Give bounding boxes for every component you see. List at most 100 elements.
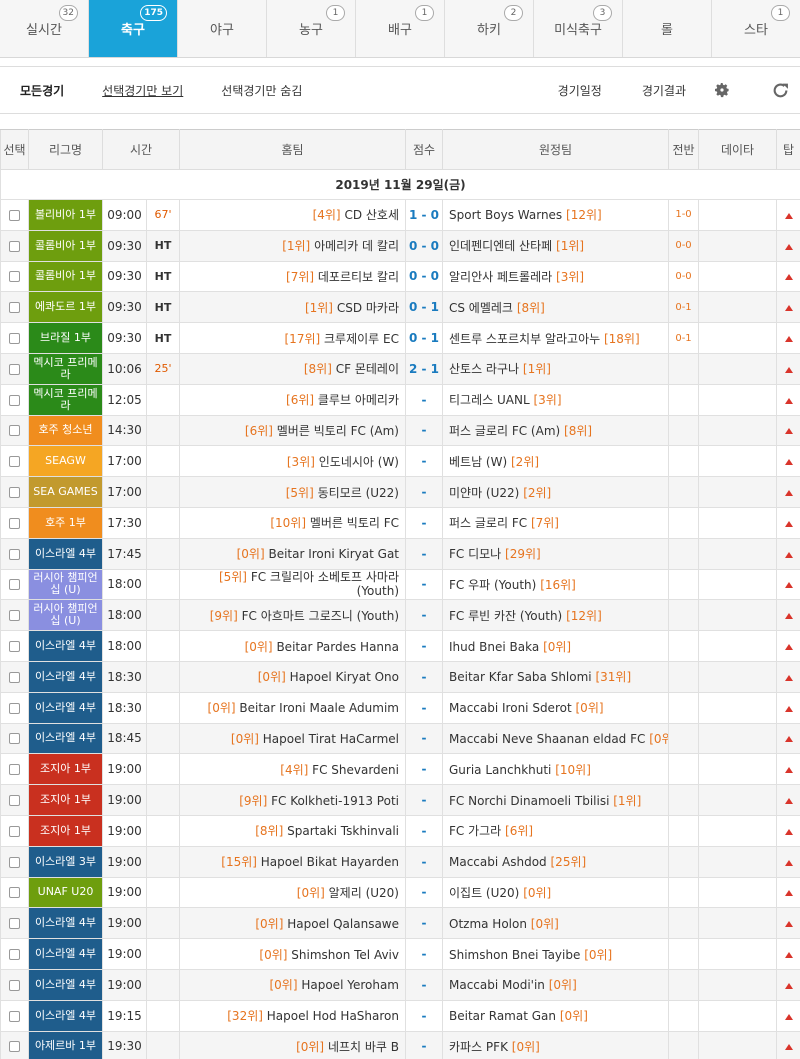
league-badge[interactable]: 에콰도르 1부 (28, 291, 103, 324)
select-checkbox[interactable] (9, 764, 20, 776)
tip-cell[interactable] (776, 506, 800, 539)
select-checkbox[interactable] (9, 394, 20, 406)
league-badge[interactable]: SEA GAMES (28, 476, 103, 508)
tip-cell[interactable] (776, 907, 800, 940)
up-arrow-icon[interactable] (784, 859, 793, 866)
away-team[interactable]: FC Norchi Dinamoeli Tbilisi [1위] (442, 784, 669, 816)
tip-cell[interactable] (776, 1030, 800, 1059)
data-cell[interactable] (698, 845, 777, 878)
home-team[interactable]: [15위] Hapoel Bikat Hayarden (179, 845, 406, 878)
home-team[interactable]: [0위] Beitar Pardes Hanna (179, 630, 406, 662)
tip-cell[interactable] (776, 322, 800, 354)
select-checkbox[interactable] (9, 918, 20, 930)
up-arrow-icon[interactable] (784, 828, 793, 835)
up-arrow-icon[interactable] (784, 921, 793, 928)
select-checkbox[interactable] (9, 1010, 20, 1022)
tip-cell[interactable] (776, 599, 800, 632)
up-arrow-icon[interactable] (784, 613, 793, 620)
up-arrow-icon[interactable] (784, 366, 793, 373)
tip-cell[interactable] (776, 414, 800, 447)
tab-6[interactable]: 미식축구 3 (534, 0, 623, 57)
select-checkbox[interactable] (9, 702, 20, 714)
league-badge[interactable]: 멕시코 프리메라 (28, 352, 103, 385)
away-team[interactable]: 센트루 스포르치부 알라고아누 [18위] (442, 322, 669, 354)
league-badge[interactable]: 이스라엘 4부 (28, 630, 103, 662)
up-arrow-icon[interactable] (784, 1013, 793, 1020)
up-arrow-icon[interactable] (784, 520, 793, 527)
away-team[interactable]: CS 에멜레크 [8위] (442, 291, 669, 324)
select-checkbox[interactable] (9, 333, 20, 345)
league-badge[interactable]: 콜롬비아 1부 (28, 229, 103, 262)
home-team[interactable]: [4위] FC Shevardeni (179, 753, 406, 786)
away-team[interactable]: Shimshon Bnei Tayibe [0위] (442, 938, 669, 970)
data-cell[interactable] (698, 199, 777, 231)
data-cell[interactable] (698, 691, 777, 724)
tip-cell[interactable] (776, 537, 800, 570)
away-team[interactable]: Maccabi Ashdod [25위] (442, 845, 669, 878)
home-team[interactable]: [0위] Shimshon Tel Aviv (179, 938, 406, 970)
league-badge[interactable]: 브라질 1부 (28, 322, 103, 354)
home-team[interactable]: [0위] Beitar Ironi Kiryat Gat (179, 537, 406, 570)
select-checkbox[interactable] (9, 487, 20, 499)
filter-all-games[interactable]: 모든경기 (20, 82, 64, 99)
tip-cell[interactable] (776, 845, 800, 878)
filter-hide-selected[interactable]: 선택경기만 숨김 (221, 82, 302, 99)
home-team[interactable]: [8위] CF 몬테레이 (179, 352, 406, 385)
data-cell[interactable] (698, 506, 777, 539)
league-badge[interactable]: 조지아 1부 (28, 784, 103, 816)
league-badge[interactable]: 조지아 1부 (28, 753, 103, 786)
select-checkbox[interactable] (9, 209, 20, 221)
away-team[interactable]: Otzma Holon [0위] (442, 907, 669, 940)
data-cell[interactable] (698, 445, 777, 478)
tab-2[interactable]: 야구 (178, 0, 267, 57)
up-arrow-icon[interactable] (784, 1044, 793, 1051)
league-badge[interactable]: 이스라엘 4부 (28, 938, 103, 970)
tip-cell[interactable] (776, 445, 800, 478)
league-badge[interactable]: 조지아 1부 (28, 814, 103, 847)
league-badge[interactable]: 아제르바 1부 (28, 1030, 103, 1059)
up-arrow-icon[interactable] (784, 274, 793, 281)
away-team[interactable]: 퍼스 글로리 FC (Am) [8위] (442, 414, 669, 447)
up-arrow-icon[interactable] (784, 305, 793, 312)
select-checkbox[interactable] (9, 425, 20, 437)
tab-1[interactable]: 축구 175 (89, 0, 178, 57)
tip-cell[interactable] (776, 199, 800, 231)
select-checkbox[interactable] (9, 641, 20, 653)
data-cell[interactable] (698, 753, 777, 786)
select-checkbox[interactable] (9, 671, 20, 683)
data-cell[interactable] (698, 968, 777, 1001)
up-arrow-icon[interactable] (784, 890, 793, 897)
up-arrow-icon[interactable] (784, 982, 793, 989)
away-team[interactable]: Maccabi Ironi Sderot [0위] (442, 691, 669, 724)
home-team[interactable]: [32위] Hapoel Hod HaSharon (179, 999, 406, 1032)
league-badge[interactable]: 러시아 챔피언십 (U) (28, 599, 103, 632)
up-arrow-icon[interactable] (784, 212, 793, 219)
select-checkbox[interactable] (9, 1041, 20, 1053)
select-checkbox[interactable] (9, 579, 20, 591)
select-checkbox[interactable] (9, 733, 20, 745)
league-badge[interactable]: 호주 청소년 (28, 414, 103, 447)
tip-cell[interactable] (776, 814, 800, 847)
away-team[interactable]: Maccabi Neve Shaanan eldad FC [0위] (442, 722, 669, 755)
tab-7[interactable]: 롤 (623, 0, 712, 57)
league-badge[interactable]: 볼리비아 1부 (28, 199, 103, 231)
select-checkbox[interactable] (9, 949, 20, 961)
away-team[interactable]: 인데펜디엔테 산타페 [1위] (442, 229, 669, 262)
home-team[interactable]: [6위] 멜버른 빅토리 FC (Am) (179, 414, 406, 447)
league-badge[interactable]: 러시아 챔피언십 (U) (28, 568, 103, 601)
tab-8[interactable]: 스타 1 (712, 0, 800, 57)
select-checkbox[interactable] (9, 979, 20, 991)
home-team[interactable]: [9위] FC Kolkheti-1913 Poti (179, 784, 406, 816)
away-team[interactable]: FC 가그라 [6위] (442, 814, 669, 847)
up-arrow-icon[interactable] (784, 582, 793, 589)
away-team[interactable]: 카파스 PFK [0위] (442, 1030, 669, 1059)
results-link[interactable]: 경기결과 (642, 82, 686, 99)
up-arrow-icon[interactable] (784, 952, 793, 959)
select-checkbox[interactable] (9, 517, 20, 529)
data-cell[interactable] (698, 322, 777, 354)
league-badge[interactable]: SEAGW (28, 445, 103, 478)
league-badge[interactable]: 이스라엘 4부 (28, 907, 103, 940)
tip-cell[interactable] (776, 352, 800, 385)
away-team[interactable]: Beitar Ramat Gan [0위] (442, 999, 669, 1032)
data-cell[interactable] (698, 938, 777, 970)
